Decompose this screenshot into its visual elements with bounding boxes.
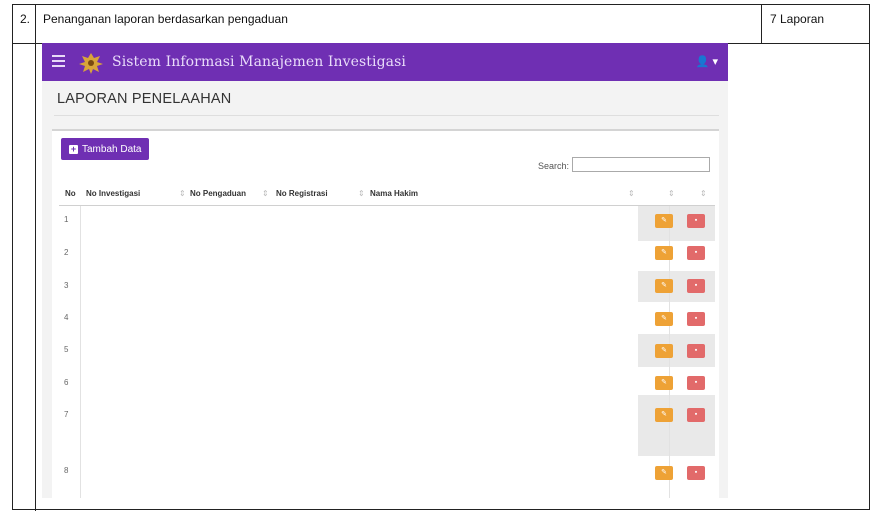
document-row: 2. Penanganan laporan berdasarkan pengad… <box>13 5 869 44</box>
trash-icon[interactable]: ▪ <box>687 279 705 293</box>
row-band <box>638 395 715 456</box>
header-divider <box>59 205 715 206</box>
app-title: Sistem Informasi Manajemen Investigasi <box>112 54 406 70</box>
edit-icon[interactable]: ✎ <box>655 466 673 480</box>
emblem-icon <box>79 53 103 74</box>
row-number: 8 <box>64 466 69 475</box>
sort-icon: ⇕ <box>628 189 635 198</box>
row-description: Penanganan laporan berdasarkan pengaduan <box>43 12 288 26</box>
header-label: No Pengaduan <box>190 189 247 198</box>
page-title: LAPORAN PENELAAHAN <box>57 91 232 107</box>
header-nama-hakim[interactable]: Nama Hakim ⇕ <box>370 184 635 204</box>
header-no-investigasi[interactable]: No Investigasi ⇕ <box>86 184 186 204</box>
navbar: Sistem Informasi Manajemen Investigasi 👤… <box>42 43 728 81</box>
row-number: 3 <box>64 281 69 290</box>
column-divider <box>761 5 762 43</box>
trash-icon[interactable]: ▪ <box>687 246 705 260</box>
header-label: Nama Hakim <box>370 189 419 198</box>
edit-icon[interactable]: ✎ <box>655 214 673 228</box>
sort-icon: ⇕ <box>668 189 675 198</box>
row-number: 2. <box>20 12 31 26</box>
row-count: 7 Laporan <box>770 12 825 26</box>
user-icon[interactable]: 👤 ▾ <box>696 55 718 68</box>
trash-icon[interactable]: ▪ <box>687 344 705 358</box>
header-label: No Registrasi <box>276 189 328 198</box>
sort-icon: ⇕ <box>262 189 269 198</box>
row-number: 2 <box>64 248 69 257</box>
trash-icon[interactable]: ▪ <box>687 214 705 228</box>
divider <box>54 115 719 116</box>
header-label: No Investigasi <box>86 189 141 198</box>
header-no-registrasi[interactable]: No Registrasi ⇕ <box>276 184 365 204</box>
edit-icon[interactable]: ✎ <box>655 279 673 293</box>
trash-icon[interactable]: ▪ <box>687 408 705 422</box>
search-label: Search: <box>538 161 570 171</box>
row-number: 1 <box>64 215 69 224</box>
app-screenshot: Sistem Informasi Manajemen Investigasi 👤… <box>42 43 728 498</box>
edit-icon[interactable]: ✎ <box>655 408 673 422</box>
sort-icon: ⇕ <box>179 189 186 198</box>
trash-icon[interactable]: ▪ <box>687 312 705 326</box>
trash-icon[interactable]: ▪ <box>687 466 705 480</box>
header-label: No <box>65 189 76 198</box>
row-number: 7 <box>64 410 69 419</box>
search-input[interactable] <box>572 157 710 172</box>
column-divider <box>35 5 36 511</box>
header-no-pengaduan[interactable]: No Pengaduan ⇕ <box>190 184 269 204</box>
add-data-label: Tambah Data <box>82 143 142 155</box>
edit-icon[interactable]: ✎ <box>655 344 673 358</box>
row-number: 4 <box>64 313 69 322</box>
row-number: 6 <box>64 378 69 387</box>
edit-icon[interactable]: ✎ <box>655 376 673 390</box>
data-table: No No Investigasi ⇕ No Pengaduan ⇕ No Regi… <box>59 184 715 498</box>
hamburger-icon[interactable] <box>52 55 65 67</box>
add-data-button[interactable]: + Tambah Data <box>61 138 150 160</box>
edit-icon[interactable]: ✎ <box>655 312 673 326</box>
data-panel: + Tambah Data Search: No No Investigasi ⇕… <box>52 129 719 498</box>
sort-icon: ⇕ <box>358 189 365 198</box>
edit-icon[interactable]: ✎ <box>655 246 673 260</box>
trash-icon[interactable]: ▪ <box>687 376 705 390</box>
sort-icon: ⇕ <box>700 189 707 198</box>
plus-icon: + <box>69 143 78 154</box>
row-number: 5 <box>64 345 69 354</box>
column-divider <box>80 206 81 498</box>
header-no[interactable]: No <box>65 184 76 204</box>
